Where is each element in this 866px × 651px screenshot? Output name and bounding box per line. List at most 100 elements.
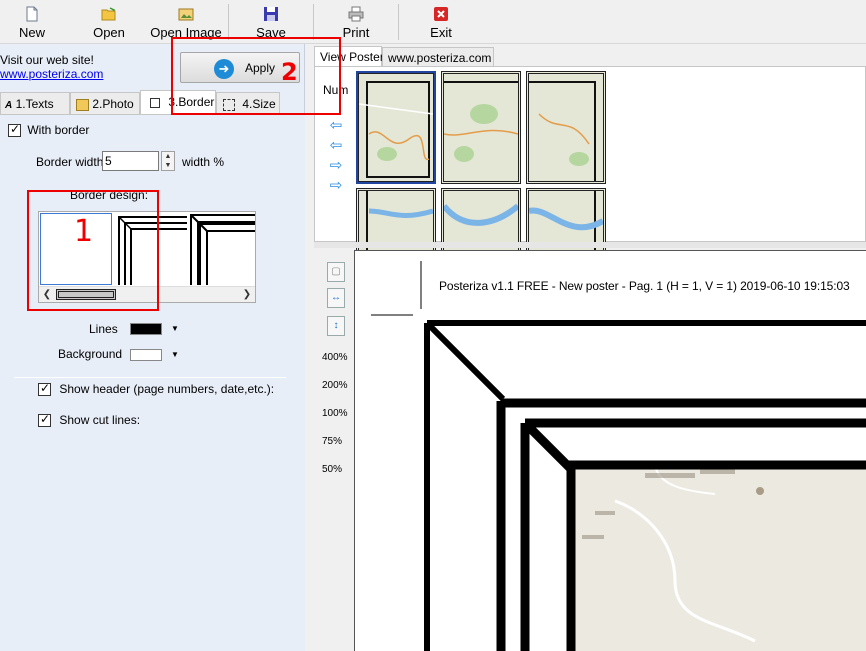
lines-label: Lines [89,322,118,336]
next-page-arrow-icon[interactable]: ⇨ [327,157,345,175]
lines-dropdown-icon[interactable]: ▼ [171,324,179,333]
spin-down-icon: ▼ [164,162,172,169]
background-dropdown-icon[interactable]: ▼ [171,350,179,359]
background-color-swatch[interactable] [130,349,162,361]
pane-splitter[interactable] [314,242,866,248]
page-thumbnail[interactable] [526,71,606,184]
zoom-200[interactable]: 200% [322,380,348,391]
border-width-input[interactable] [102,151,159,171]
zoom-100[interactable]: 100% [322,408,348,419]
annotation-mark-1: 1 [74,214,94,249]
border-icon [150,97,160,108]
prev-page-arrow-icon[interactable]: ⇦ [327,137,345,155]
show-cut-lines-row: Show cut lines: [38,412,141,428]
website-link[interactable]: www.posteriza.com [0,67,103,81]
open-image-button[interactable]: Open Image [148,4,224,42]
border-design-bevel[interactable] [189,213,256,285]
tab-photo[interactable]: 2.Photo [70,92,140,114]
tab-texts-label: 1.Texts [15,97,54,111]
lines-color-swatch[interactable] [130,323,162,335]
preview-toolbar: ▢ ↔ ↕ 400% 200% 100% 75% 50% [314,248,354,651]
scroll-right-icon[interactable]: ❯ [239,287,255,302]
arrow-right-icon: ➜ [214,59,234,79]
apply-label: Apply [245,61,276,75]
border-width-unit: width % [182,155,225,169]
page-preview: Posteriza v1.1 FREE - New poster - Pag. … [354,250,866,651]
fit-height-icon[interactable]: ↕ [327,316,345,336]
show-header-checkbox[interactable] [38,381,51,397]
open-folder-icon [101,7,116,21]
page-thumbnails: Num ⇦ ⇦ ⇨ ⇨ [314,66,866,301]
section-divider [14,377,286,378]
open-image-label: Open Image [150,25,222,40]
border-tab-panel: With border Border width ▲ ▼ width % Bor… [0,114,305,651]
spin-up-icon: ▲ [164,153,172,160]
zoom-400[interactable]: 400% [322,352,348,363]
tab-border-label: 3.Border [168,95,215,109]
print-label: Print [342,25,370,40]
text-icon: A [5,100,13,111]
save-button[interactable]: Save [252,4,290,42]
border-width-spinner[interactable]: ▲ ▼ [161,151,175,171]
open-label: Open [93,25,125,40]
show-header-row: Show header (page numbers, date,etc.): [38,381,275,397]
tab-texts[interactable]: A 1.Texts [0,92,70,114]
page-header-text: Posteriza v1.1 FREE - New poster - Pag. … [439,279,850,293]
new-button[interactable]: New [14,4,50,42]
border-design-list[interactable]: ❮ ❯ [38,211,256,303]
scroll-left-icon[interactable]: ❮ [39,287,55,302]
toolbar-separator [313,4,314,40]
show-cut-lines-label: Show cut lines: [59,413,141,427]
printer-icon [348,6,364,22]
page-thumbnail[interactable] [356,71,436,184]
tab-photo-label: 2.Photo [92,97,134,111]
with-border-checkbox[interactable] [8,122,21,138]
scroll-thumb[interactable] [56,289,116,300]
with-border-label: With border [27,123,90,137]
page-thumbnail[interactable] [441,71,521,184]
last-page-arrow-icon[interactable]: ⇨ [327,177,345,195]
poster-border-preview [371,261,866,651]
fit-width-icon[interactable]: ↔ [327,288,345,308]
map-thumbnail-image [529,74,603,181]
tab-size[interactable]: 4.Size [216,92,280,114]
new-label: New [18,25,45,40]
toolbar-separator [398,4,399,40]
tab-border[interactable]: 3.Border [140,90,216,114]
border-design-double-line[interactable] [115,213,187,285]
new-document-icon [26,6,38,22]
toolbar-separator [228,4,229,40]
design-hscrollbar[interactable]: ❮ ❯ [39,286,255,302]
open-button[interactable]: Open [88,4,130,42]
border-width-label: Border width [36,155,104,169]
tab-website[interactable]: www.posteriza.com [382,47,494,68]
settings-panel: Visit our web site! www.posteriza.com ➜ … [0,44,305,651]
first-page-arrow-icon[interactable]: ⇦ [327,117,345,135]
photo-icon [76,98,89,111]
show-header-label: Show header (page numbers, date,etc.): [59,382,275,396]
show-cut-lines-checkbox[interactable] [38,412,51,428]
tab-view-poster[interactable]: View Poster [314,46,384,68]
num-label: Num [323,83,349,97]
save-label: Save [256,25,286,40]
background-label: Background [58,347,123,361]
exit-x-icon [434,7,448,21]
map-thumbnail-image [444,74,518,181]
zoom-75[interactable]: 75% [322,436,342,447]
zoom-50[interactable]: 50% [322,464,342,475]
tab-size-label: 4.Size [242,97,276,111]
with-border-row: With border [8,122,90,138]
poster-view-area: View Poster www.posteriza.com Num ⇦ ⇦ ⇨ … [306,44,866,651]
floppy-disk-icon [264,7,278,21]
print-button[interactable]: Print [336,4,376,42]
visit-text: Visit our web site! [0,53,94,67]
border-design-label: Border design: [70,188,149,202]
fit-page-icon[interactable]: ▢ [327,262,345,282]
resize-icon [223,98,235,111]
main-toolbar: New Open Open Image Save Print Exit [0,0,866,44]
open-image-icon [178,8,194,21]
exit-label: Exit [430,25,452,40]
annotation-mark-2: 2 [281,58,298,86]
exit-button[interactable]: Exit [424,4,458,42]
settings-tabs: A 1.Texts 2.Photo 3.Border 4.Size [0,90,305,114]
